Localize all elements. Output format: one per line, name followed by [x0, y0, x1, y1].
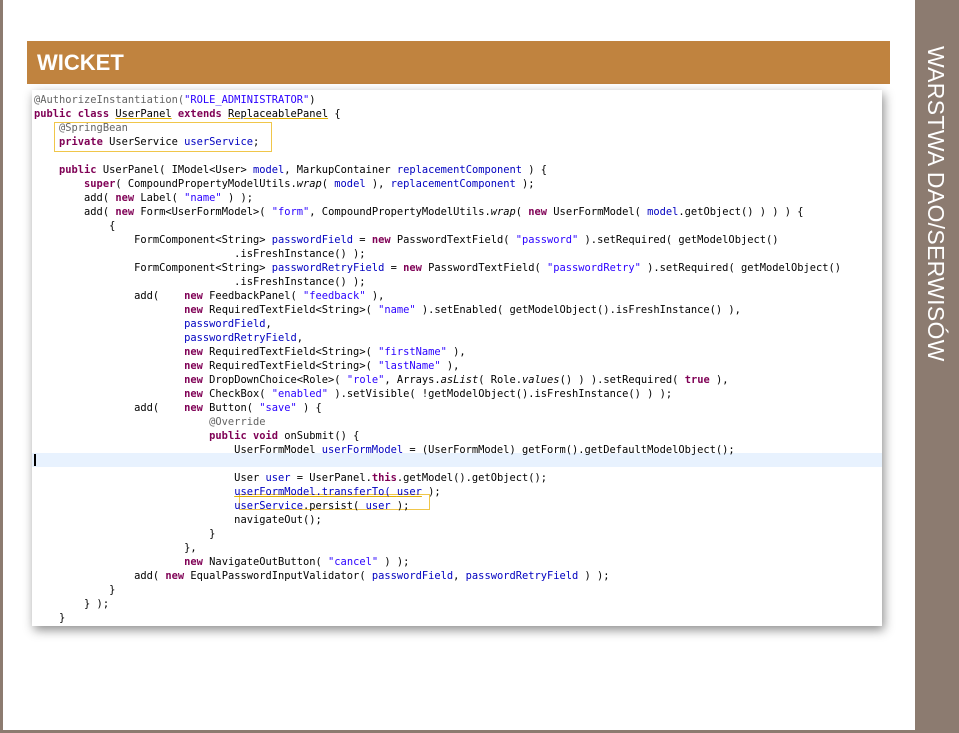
code-line: navigateOut(); — [34, 514, 322, 526]
code-line: } — [34, 612, 66, 624]
code-line: } — [34, 528, 216, 540]
code-line: new RequiredTextField<String>( "firstNam… — [184, 346, 466, 358]
code-line: new CheckBox( "enabled" ).setVisible( !g… — [184, 388, 673, 400]
code-line: private UserService userService; — [59, 136, 260, 148]
code-line: passwordRetryField, — [184, 332, 304, 344]
code-line: new RequiredTextField<String>( "lastName… — [184, 360, 460, 372]
left-edge-rule — [0, 0, 3, 733]
code-line: } — [34, 584, 116, 596]
code-line: .isFreshInstance() ); — [34, 276, 366, 288]
code-line: public UserPanel( IModel<User> model, Ma… — [59, 164, 548, 176]
code-line: new DropDownChoice<Role>( "role", Arrays… — [184, 374, 729, 386]
code-screenshot: @AuthorizeInstantiation("ROLE_ADMINISTRA… — [32, 90, 882, 626]
code-line: @SpringBean — [34, 122, 128, 134]
code-line: add( new Label( "name" ) ); — [34, 192, 253, 204]
code-line: @Override — [34, 416, 266, 428]
code-line: @AuthorizeInstantiation("ROLE_ADMINISTRA… — [34, 94, 316, 106]
code-line: userFormModel.transferTo( user ); — [234, 486, 441, 498]
code-line: add( new Form<UserFormModel>( "form", Co… — [34, 206, 804, 218]
code-line: public class UserPanel extends Replaceab… — [34, 108, 341, 120]
title-bar: WICKET — [27, 41, 890, 84]
code-line: { — [34, 220, 116, 232]
code-line: FormComponent<String> passwordRetryField… — [34, 262, 842, 274]
slide-title: WICKET — [37, 50, 124, 75]
code-line: userService.persist( user ); — [234, 500, 410, 512]
code-line: .isFreshInstance() ); — [34, 248, 366, 260]
right-sidebar: WARSTWA DAO/SERWISÓW — [915, 0, 959, 733]
code-line: public void onSubmit() { — [209, 430, 360, 442]
code-line: User user = UserPanel.this.getModel().ge… — [34, 472, 547, 484]
code-line: new NavigateOutButton( "cancel" ) ); — [184, 556, 410, 568]
code-line: FormComponent<String> passwordField = ne… — [34, 234, 779, 246]
code-line: new RequiredTextField<String>( "name" ).… — [184, 304, 741, 316]
code-line: UserFormModel userFormModel = (UserFormM… — [34, 444, 735, 456]
code-line: } ); — [34, 598, 110, 610]
code-line: add( new Button( "save" ) { — [34, 402, 322, 414]
code-line: passwordField, — [184, 318, 272, 330]
code-line: add( new EqualPasswordInputValidator( pa… — [34, 570, 610, 582]
sidebar-title: WARSTWA DAO/SERWISÓW — [923, 46, 949, 362]
code-line: }, — [34, 542, 197, 554]
code-line: super( CompoundPropertyModelUtils.wrap( … — [84, 178, 535, 190]
code-line: add( new FeedbackPanel( "feedback" ), — [34, 290, 385, 302]
